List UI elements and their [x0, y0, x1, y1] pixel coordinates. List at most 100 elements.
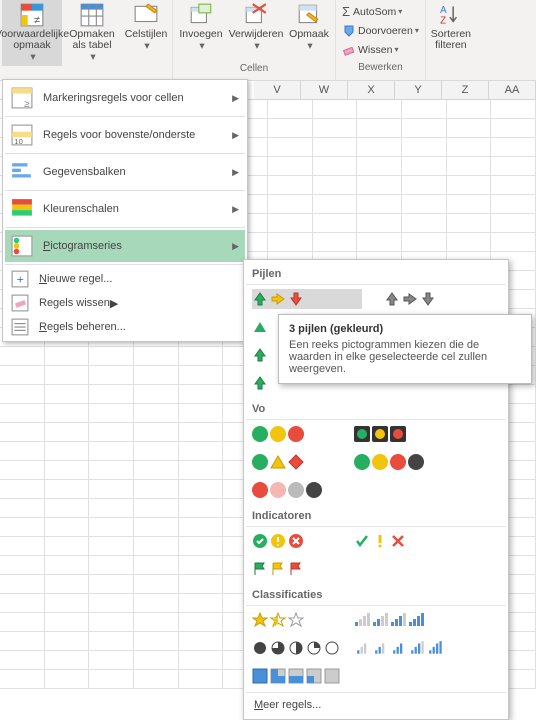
cell-styles-label: Celstijlen — [125, 29, 168, 40]
menu-icon-sets[interactable]: Pictogramseries ▶ — [5, 230, 245, 262]
box-1-icon — [270, 668, 286, 684]
iconset-5-boxes[interactable] — [252, 666, 342, 686]
col-y[interactable]: Y — [395, 81, 442, 99]
iconset-4-arrows-colored[interactable] — [252, 345, 270, 365]
menu-color-scales[interactable]: Kleurenschalen ▶ — [5, 193, 245, 225]
col-w[interactable]: W — [301, 81, 348, 99]
menu-top-bottom-rules[interactable]: 10 Regels voor bovenste/onderste ▶ — [5, 119, 245, 151]
yellow-flag-icon — [270, 561, 286, 577]
menu-data-bars[interactable]: Gegevensbalken ▶ — [5, 156, 245, 188]
bars-2-icon — [372, 612, 388, 628]
x-icon — [390, 533, 406, 549]
black-circle-icon — [408, 454, 424, 470]
submenu-arrow-icon: ▶ — [232, 204, 239, 215]
menu-highlight-rules[interactable]: ≥ Markeringsregels voor cellen ▶ — [5, 82, 245, 114]
chevron-down-icon: ▾ — [307, 41, 312, 52]
clear-rules-icon — [11, 294, 29, 312]
submenu-arrow-icon: ▶ — [232, 93, 239, 104]
menu-label: Regels voor bovenste/onderste — [43, 129, 195, 141]
svg-text:A: A — [440, 5, 447, 16]
insert-label: Invoegen — [179, 29, 222, 40]
insert-button[interactable]: Invoegen▾ — [175, 0, 227, 66]
cell-styles-button[interactable]: Celstijlen▾ — [122, 0, 170, 66]
yellow-triangle-icon — [270, 454, 286, 470]
iconset-3-traffic-unrim[interactable] — [252, 424, 306, 444]
conditional-formatting-button[interactable]: ≠ Voorwaardelijke opmaak▾ — [2, 0, 62, 66]
icon-sets-icon — [11, 235, 33, 257]
star-empty-icon — [288, 612, 304, 628]
conditional-formatting-menu: ≥ Markeringsregels voor cellen ▶ 10 Rege… — [2, 79, 248, 342]
cells-group-label: Cellen — [240, 63, 268, 74]
iconset-3-signs[interactable] — [252, 452, 306, 472]
highlight-rules-icon: ≥ — [11, 87, 33, 109]
format-button[interactable]: Opmaak▾ — [285, 0, 333, 66]
green-flag-icon — [252, 561, 268, 577]
iconset-3-flags[interactable] — [252, 559, 306, 579]
bars-icon — [410, 640, 426, 656]
color-scales-icon — [11, 198, 33, 220]
green-circle-icon — [252, 426, 268, 442]
iconset-3-triangles[interactable] — [252, 317, 270, 337]
q-half-icon — [288, 640, 304, 656]
iconset-3-stars[interactable] — [252, 610, 306, 630]
q-empty-icon — [324, 640, 340, 656]
menu-new-rule[interactable]: + Nieuwe regel... — [5, 267, 245, 291]
insert-cells-icon — [188, 2, 214, 28]
clear-label: Wissen — [358, 44, 392, 56]
fill-button[interactable]: Doorvoeren▾ — [340, 21, 421, 40]
delete-button[interactable]: Verwijderen▾ — [227, 0, 285, 66]
col-x[interactable]: X — [348, 81, 395, 99]
chevron-down-icon: ▾ — [144, 41, 149, 52]
iconset-4-traffic[interactable] — [354, 452, 426, 472]
bars-4-icon — [408, 612, 424, 628]
chevron-down-icon: ▾ — [394, 45, 398, 54]
col-z[interactable]: Z — [442, 81, 489, 99]
iconset-red-to-black[interactable] — [252, 480, 324, 500]
iconset-4-bars[interactable] — [354, 610, 426, 630]
box-2-icon — [288, 668, 304, 684]
pink-circle-icon — [270, 482, 286, 498]
sort-icon: AZ — [438, 2, 464, 28]
iconset-3-symbols-uncircled[interactable] — [354, 531, 408, 551]
col-v[interactable]: V — [254, 81, 301, 99]
tooltip: 3 pijlen (gekleurd) Een reeks pictogramm… — [278, 314, 532, 384]
chevron-down-icon: ▾ — [199, 41, 204, 52]
bars-1-icon — [354, 612, 370, 628]
arrow-right-gray-icon — [402, 291, 418, 307]
iconset-5-bars[interactable] — [356, 638, 446, 658]
menu-manage-rules[interactable]: Regels beheren... — [5, 315, 245, 339]
format-as-table-button[interactable]: Opmaken als tabel▾ — [62, 0, 122, 66]
menu-label: Regels beheren... — [39, 321, 126, 333]
box-4-icon — [324, 668, 340, 684]
sort-filter-label: Sorteren filteren — [428, 29, 474, 51]
red-light-icon — [390, 426, 406, 442]
editing-group-label: Bewerken — [358, 62, 402, 73]
clear-button[interactable]: Wissen▾ — [340, 40, 400, 59]
q-full-icon — [252, 640, 268, 656]
new-rule-icon: + — [11, 270, 29, 288]
format-cells-icon — [296, 2, 322, 28]
styles-group-label — [85, 63, 88, 74]
menu-label: Regels wissen — [39, 297, 110, 309]
iconset-3-arrows-gray[interactable] — [384, 289, 438, 309]
menu-separator — [5, 227, 245, 228]
menu-clear-rules[interactable]: Regels wissen ▶ — [5, 291, 245, 315]
more-rules[interactable]: Meer regels... — [246, 692, 506, 717]
section-shapes: Vo — [246, 399, 506, 420]
section-arrows: Pijlen — [246, 264, 506, 285]
conditional-format-label: Voorwaardelijke opmaak — [0, 29, 69, 51]
arrow-right-yellow-icon — [270, 291, 286, 307]
sort-filter-button[interactable]: AZ Sorteren filteren — [428, 0, 474, 66]
iconset-3-arrows-colored[interactable] — [252, 289, 362, 309]
q-1-icon — [306, 640, 322, 656]
col-aa[interactable]: AA — [489, 81, 536, 99]
x-circle-icon — [288, 533, 304, 549]
iconset-3-traffic-rimmed[interactable] — [354, 424, 408, 444]
check-circle-icon — [252, 533, 268, 549]
iconset-5-arrows-colored[interactable] — [252, 373, 270, 393]
top-bottom-icon: 10 — [11, 124, 33, 146]
cell-styles-icon — [133, 2, 159, 28]
iconset-3-symbols-circled[interactable] — [252, 531, 306, 551]
iconset-5-quarters[interactable] — [252, 638, 342, 658]
autosum-button[interactable]: ΣAutoSom▾ — [340, 2, 404, 21]
